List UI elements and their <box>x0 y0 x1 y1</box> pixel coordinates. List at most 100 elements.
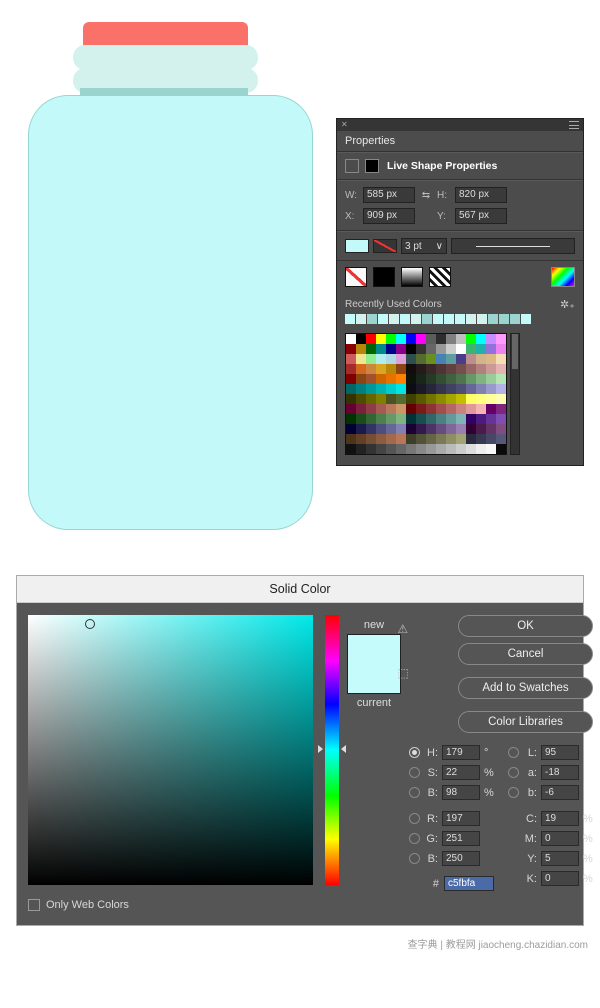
recent-swatch[interactable] <box>477 314 487 324</box>
palette-swatch[interactable] <box>446 344 456 354</box>
add-to-swatches-button[interactable]: Add to Swatches <box>458 677 593 699</box>
only-web-colors-checkbox[interactable] <box>28 899 40 911</box>
palette-swatch[interactable] <box>376 354 386 364</box>
hue-strip[interactable] <box>325 615 339 885</box>
panel-menu-icon[interactable] <box>569 121 579 129</box>
palette-swatch[interactable] <box>456 394 466 404</box>
palette-swatch[interactable] <box>436 424 446 434</box>
palette-swatch[interactable] <box>456 434 466 444</box>
recent-swatch[interactable] <box>411 314 421 324</box>
palette-swatch[interactable] <box>426 334 436 344</box>
b-input[interactable]: 98 <box>442 785 480 800</box>
palette-swatch[interactable] <box>346 424 356 434</box>
palette-swatch[interactable] <box>456 374 466 384</box>
palette-swatch[interactable] <box>466 354 476 364</box>
palette-swatch[interactable] <box>396 354 406 364</box>
palette-swatch[interactable] <box>426 374 436 384</box>
palette-swatch[interactable] <box>346 404 356 414</box>
palette-swatch[interactable] <box>396 364 406 374</box>
palette-swatch[interactable] <box>366 434 376 444</box>
palette-swatch[interactable] <box>446 354 456 364</box>
palette-swatch[interactable] <box>496 354 506 364</box>
palette-swatch[interactable] <box>426 354 436 364</box>
palette-swatch[interactable] <box>376 344 386 354</box>
recent-swatch[interactable] <box>488 314 498 324</box>
palette-swatch[interactable] <box>416 414 426 424</box>
palette-swatch[interactable] <box>346 374 356 384</box>
palette-swatch[interactable] <box>446 404 456 414</box>
palette-swatch[interactable] <box>476 364 486 374</box>
palette-swatch[interactable] <box>436 414 446 424</box>
hue-thumb-icon[interactable] <box>322 749 342 750</box>
palette-swatch[interactable] <box>356 384 366 394</box>
a-radio[interactable] <box>508 767 519 778</box>
recent-swatch[interactable] <box>345 314 355 324</box>
h-radio[interactable] <box>409 747 420 758</box>
palette-swatch[interactable] <box>376 384 386 394</box>
palette-swatch[interactable] <box>476 354 486 364</box>
m-input[interactable]: 0 <box>541 831 579 846</box>
palette-swatch[interactable] <box>356 414 366 424</box>
palette-swatch[interactable] <box>486 404 496 414</box>
palette-swatch[interactable] <box>496 444 506 454</box>
palette-swatch[interactable] <box>436 434 446 444</box>
color-picker-icon[interactable] <box>551 267 575 287</box>
palette-swatch[interactable] <box>346 414 356 424</box>
palette-swatch[interactable] <box>416 434 426 444</box>
palette-swatch[interactable] <box>386 424 396 434</box>
palette-swatch[interactable] <box>476 334 486 344</box>
panel-title[interactable]: Properties <box>337 131 583 152</box>
palette-swatch[interactable] <box>436 344 446 354</box>
stroke-style-dropdown[interactable] <box>451 238 575 254</box>
palette-swatch[interactable] <box>396 434 406 444</box>
link-icon[interactable]: ⇆ <box>419 188 433 202</box>
palette-swatch[interactable] <box>486 414 496 424</box>
palette-swatch[interactable] <box>496 384 506 394</box>
palette-swatch[interactable] <box>476 384 486 394</box>
palette-swatch[interactable] <box>366 394 376 404</box>
cube-icon[interactable]: ⬚ <box>397 666 408 680</box>
palette-swatch[interactable] <box>466 424 476 434</box>
palette-swatch[interactable] <box>466 384 476 394</box>
palette-swatch[interactable] <box>466 374 476 384</box>
palette-swatch[interactable] <box>376 364 386 374</box>
palette-swatch[interactable] <box>496 414 506 424</box>
palette-swatch[interactable] <box>366 424 376 434</box>
palette-swatch[interactable] <box>486 424 496 434</box>
palette-swatch[interactable] <box>376 374 386 384</box>
palette-swatch[interactable] <box>416 344 426 354</box>
l-radio[interactable] <box>508 747 519 758</box>
palette-swatch[interactable] <box>436 374 446 384</box>
palette-swatch[interactable] <box>456 344 466 354</box>
palette-swatch[interactable] <box>396 374 406 384</box>
recent-swatch[interactable] <box>400 314 410 324</box>
palette-swatch[interactable] <box>426 434 436 444</box>
palette-swatch[interactable] <box>386 384 396 394</box>
palette-swatch[interactable] <box>356 334 366 344</box>
palette-scrollbar[interactable] <box>510 333 520 455</box>
palette-swatch[interactable] <box>396 424 406 434</box>
palette-swatch[interactable] <box>446 384 456 394</box>
palette-swatch[interactable] <box>476 414 486 424</box>
x-input[interactable]: 909 px <box>363 208 415 224</box>
palette-swatch[interactable] <box>386 374 396 384</box>
stroke-swatch[interactable] <box>373 239 397 253</box>
palette-swatch[interactable] <box>346 434 356 444</box>
palette-swatch[interactable] <box>386 404 396 414</box>
palette-swatch[interactable] <box>436 354 446 364</box>
palette-swatch[interactable] <box>446 334 456 344</box>
palette-swatch[interactable] <box>386 354 396 364</box>
palette-swatch[interactable] <box>396 414 406 424</box>
palette-swatch[interactable] <box>356 354 366 364</box>
palette-swatch[interactable] <box>436 384 446 394</box>
palette-swatch[interactable] <box>426 444 436 454</box>
palette-swatch[interactable] <box>406 424 416 434</box>
recent-swatch[interactable] <box>422 314 432 324</box>
hue-slider[interactable] <box>325 615 339 885</box>
palette-swatch[interactable] <box>476 434 486 444</box>
r-input[interactable]: 197 <box>442 811 480 826</box>
palette-swatch[interactable] <box>476 394 486 404</box>
l-input[interactable]: 95 <box>541 745 579 760</box>
palette-swatch[interactable] <box>486 394 496 404</box>
palette-swatch[interactable] <box>396 444 406 454</box>
